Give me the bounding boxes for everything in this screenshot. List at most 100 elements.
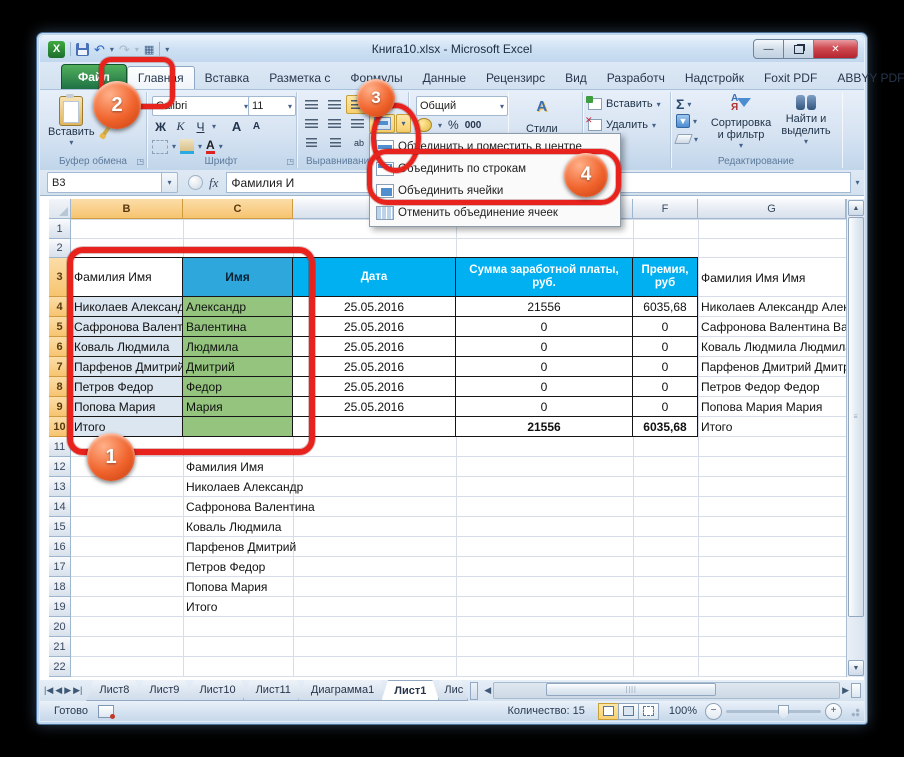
sheet-tab-Лист9[interactable]: Лист9 — [136, 680, 192, 701]
clear-button[interactable]: ▾ — [676, 134, 698, 144]
row-header-13[interactable]: 13 — [49, 477, 71, 497]
horizontal-scrollbar[interactable]: ◀ |||| ▶ — [481, 680, 864, 701]
horizontal-scroll-thumb[interactable]: |||| — [546, 683, 716, 696]
formula-bar-expand-icon[interactable]: ▾ — [851, 173, 864, 192]
last-sheet-icon[interactable]: ▶| — [73, 685, 82, 696]
row-header-20[interactable]: 20 — [49, 617, 71, 637]
sheet-tab-Лис[interactable]: Лис — [433, 680, 468, 701]
formula-splitter[interactable] — [188, 175, 203, 190]
cell-F3[interactable]: Премия, руб — [632, 257, 698, 297]
excel-logo-icon[interactable]: X — [48, 41, 65, 58]
select-all-corner[interactable] — [49, 199, 71, 219]
first-sheet-icon[interactable]: |◀ — [44, 685, 53, 696]
align-top-icon[interactable] — [300, 95, 322, 114]
cell-F9[interactable]: 0 — [632, 396, 698, 417]
styles-button[interactable]: A Стили — [526, 98, 558, 135]
row-header-14[interactable]: 14 — [49, 497, 71, 517]
shrink-font-button[interactable]: А — [248, 118, 265, 135]
zoom-slider-thumb[interactable] — [778, 705, 789, 720]
insert-cells-button[interactable]: Вставить▾ — [588, 98, 661, 110]
row-header-16[interactable]: 16 — [49, 537, 71, 557]
cell-D3[interactable]: Дата — [292, 257, 456, 297]
tab-Данные[interactable]: Данные — [413, 67, 476, 89]
number-format-select[interactable]: Общий▾ — [416, 96, 508, 116]
cell-F10[interactable]: 6035,68 — [632, 416, 698, 437]
col-header-F[interactable]: F — [633, 199, 698, 219]
tab-ABBYY PDF[interactable]: ABBYY PDF — [827, 67, 904, 89]
page-layout-view-button[interactable] — [618, 703, 639, 720]
bold-button[interactable]: Ж — [152, 118, 169, 135]
cell-E3[interactable]: Сумма заработной платы, руб. — [455, 257, 633, 297]
cell-C12[interactable]: Фамилия Имя — [183, 457, 293, 477]
sheet-tab-Лист10[interactable]: Лист10 — [186, 680, 248, 701]
tab-Надстройк[interactable]: Надстройк — [675, 67, 754, 89]
cell-D4[interactable]: 25.05.2016 — [292, 296, 456, 317]
cell-F5[interactable]: 0 — [632, 316, 698, 337]
cell-G5[interactable]: Сафронова Валентина Валентина — [698, 317, 846, 337]
row-header-19[interactable]: 19 — [49, 597, 71, 617]
minimize-button[interactable]: — — [753, 39, 784, 59]
italic-button[interactable]: К — [172, 118, 189, 135]
cell-G10[interactable]: Итого — [698, 417, 846, 437]
align-middle-icon[interactable] — [323, 95, 345, 114]
row-header-21[interactable]: 21 — [49, 637, 71, 657]
font-color-icon[interactable]: А — [206, 140, 215, 154]
sheet-tab-Лист11[interactable]: Лист11 — [243, 680, 304, 701]
cell-G9[interactable]: Попова Мария Мария — [698, 397, 846, 417]
cell-E8[interactable]: 0 — [455, 376, 633, 397]
align-center-icon[interactable] — [323, 114, 345, 133]
tab-Разработч[interactable]: Разработч — [597, 67, 675, 89]
borders-icon[interactable] — [152, 140, 168, 154]
insert-function-icon[interactable]: fx — [209, 175, 218, 191]
row-header-17[interactable]: 17 — [49, 557, 71, 577]
align-right-icon[interactable] — [346, 114, 368, 133]
cell-G8[interactable]: Петров Федор Федор — [698, 377, 846, 397]
vertical-scrollbar[interactable]: ▲ ≡ ▼ — [846, 199, 865, 677]
scroll-up-icon[interactable]: ▲ — [848, 200, 864, 216]
tab-Foxit PDF[interactable]: Foxit PDF — [754, 67, 827, 89]
macro-record-icon[interactable] — [98, 705, 114, 718]
hscroll-resize-handle[interactable] — [851, 683, 861, 698]
row-header-15[interactable]: 15 — [49, 517, 71, 537]
cell-C18[interactable]: Попова Мария — [183, 577, 293, 597]
col-header-B[interactable]: B — [71, 199, 183, 219]
cell-D10[interactable] — [292, 416, 456, 437]
sort-filter-button[interactable]: АЯ Сортировка и фильтр▾ — [710, 95, 772, 150]
cell-D6[interactable]: 25.05.2016 — [292, 336, 456, 357]
resize-grip[interactable] — [848, 705, 860, 717]
cell-F4[interactable]: 6035,68 — [632, 296, 698, 317]
thousands-format-icon[interactable]: 000 — [465, 120, 482, 131]
close-button[interactable]: ✕ — [813, 39, 858, 59]
page-break-view-button[interactable] — [638, 703, 659, 720]
fill-button[interactable]: ▼▾ — [676, 114, 697, 128]
underline-button[interactable]: Ч — [192, 118, 209, 135]
row-header-18[interactable]: 18 — [49, 577, 71, 597]
find-select-button[interactable]: Найти и выделить▾ — [776, 95, 836, 146]
redo-icon[interactable]: ↷ — [119, 43, 130, 56]
cell-C16[interactable]: Парфенов Дмитрий — [183, 537, 293, 557]
cell-F8[interactable]: 0 — [632, 376, 698, 397]
name-box[interactable]: B3 — [47, 172, 162, 193]
cell-C13[interactable]: Николаев Александр — [183, 477, 293, 497]
cell-D5[interactable]: 25.05.2016 — [292, 316, 456, 337]
paste-button[interactable]: Вставить▾ — [48, 96, 95, 147]
col-header-C[interactable]: C — [183, 199, 293, 219]
cell-D9[interactable]: 25.05.2016 — [292, 396, 456, 417]
sheet-tab-Диаграмма1[interactable]: Диаграмма1 — [298, 680, 387, 701]
delete-cells-button[interactable]: Удалить▾ — [588, 119, 656, 131]
zoom-slider[interactable] — [726, 710, 821, 713]
cell-E9[interactable]: 0 — [455, 396, 633, 417]
font-dialog-launcher[interactable]: ◳ — [286, 157, 294, 166]
cell-C17[interactable]: Петров Федор — [183, 557, 293, 577]
cell-G3[interactable]: Фамилия Имя Имя — [698, 258, 846, 297]
save-icon[interactable] — [76, 43, 89, 56]
tab-Разметка с[interactable]: Разметка с — [259, 67, 340, 89]
fill-color-icon[interactable] — [180, 139, 194, 154]
increase-indent-icon[interactable] — [324, 133, 346, 152]
col-header-G[interactable]: G — [698, 199, 846, 219]
undo-icon[interactable]: ↶ — [94, 43, 105, 56]
cell-G7[interactable]: Парфенов Дмитрий Дмитрий — [698, 357, 846, 377]
cell-F7[interactable]: 0 — [632, 356, 698, 377]
row-header-1[interactable]: 1 — [49, 219, 71, 239]
cell-C15[interactable]: Коваль Людмила — [183, 517, 293, 537]
